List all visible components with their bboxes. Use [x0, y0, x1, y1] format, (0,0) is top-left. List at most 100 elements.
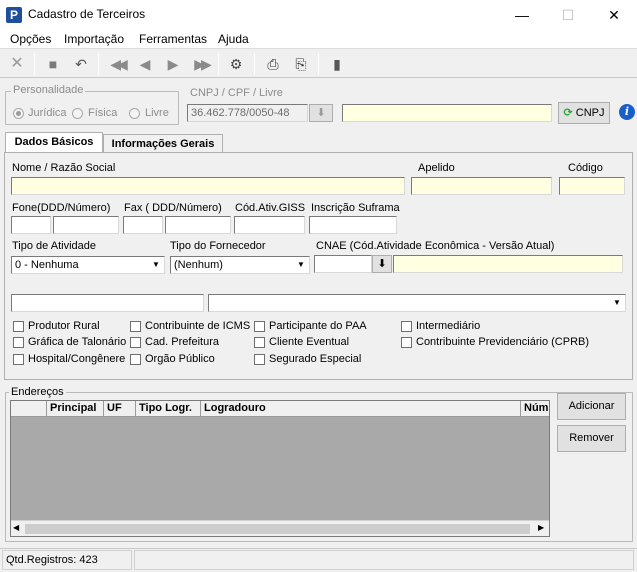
status-panel-right [134, 550, 634, 570]
prev-icon[interactable]: ◀ [134, 53, 156, 75]
menu-ajuda[interactable]: Ajuda [218, 30, 249, 48]
checkbox-grafica-talonario[interactable] [13, 337, 24, 348]
scroll-thumb[interactable] [25, 524, 530, 534]
apelido-input[interactable] [411, 177, 552, 195]
refresh-icon: ⟳ [563, 107, 573, 119]
radio-juridica-label: Jurídica [28, 107, 67, 119]
nome-input[interactable] [11, 177, 405, 195]
exit-door-icon[interactable]: ▮ [326, 53, 348, 75]
grid-col-principal[interactable]: Principal [47, 401, 104, 417]
checkbox-cad-prefeitura[interactable] [130, 337, 141, 348]
tab-dados-basicos[interactable]: Dados Básicos [5, 132, 103, 152]
toolbar-separator [34, 53, 35, 75]
menu-ferramentas[interactable]: Ferramentas [139, 30, 207, 48]
close-x-icon[interactable]: ✕ [6, 53, 28, 75]
fone-ddd-input[interactable] [11, 216, 51, 234]
toolbar: ✕ ■ ↶ ◀◀ ◀ ▶ ▶▶ ⚙ ⎙ ⎘ ▮ [0, 48, 637, 78]
tab-informacoes-gerais[interactable]: Informações Gerais [103, 134, 223, 153]
personalidade-title: Personalidade [11, 84, 86, 96]
chevron-down-icon[interactable]: ▼ [148, 257, 164, 273]
extra-field-left[interactable] [11, 294, 204, 312]
cod-ativ-input[interactable] [234, 216, 305, 234]
enderecos-grid[interactable]: Principal UF Tipo Logr. Logradouro Núm ◀… [10, 400, 550, 537]
fax-label: Fax ( DDD/Número) [124, 202, 222, 214]
tools-icon[interactable]: ⚙ [225, 53, 247, 75]
cnpj-input[interactable]: 36.462.778/0050-48 [187, 104, 308, 122]
inscricao-input[interactable] [309, 216, 397, 234]
tipo-atividade-select[interactable]: 0 - Nenhuma ▼ [11, 256, 165, 274]
grid-col-indicator [11, 401, 47, 417]
print-preview-icon[interactable]: ⎘ [290, 53, 312, 75]
participante-paa-label: Participante do PAA [269, 320, 367, 332]
cliente-eventual-label: Cliente Eventual [269, 336, 350, 348]
title-bar: P Cadastro de Terceiros — ☐ ✕ [0, 0, 637, 30]
last-icon[interactable]: ▶▶ [190, 53, 212, 75]
checkbox-cliente-eventual[interactable] [254, 337, 265, 348]
chevron-down-icon[interactable]: ▼ [293, 257, 309, 273]
tipo-fornecedor-label: Tipo do Fornecedor [170, 240, 266, 252]
menu-opcoes[interactable]: Opções [10, 30, 51, 48]
codigo-input[interactable] [559, 177, 625, 195]
tipo-atividade-label: Tipo de Atividade [12, 240, 96, 252]
cnae-lookup-button[interactable]: ⬇ [372, 255, 392, 273]
radio-livre[interactable] [129, 108, 140, 119]
first-icon[interactable]: ◀◀ [106, 53, 128, 75]
cnpj-button-label: CNPJ [575, 107, 605, 119]
menu-bar: Opções Importação Ferramentas Ajuda [0, 30, 637, 48]
cod-ativ-label: Cód.Ativ.GISS [235, 202, 306, 214]
remove-address-button[interactable]: Remover [557, 425, 626, 452]
fone-numero-input[interactable] [53, 216, 119, 234]
cnpj-lookup-button[interactable]: ⬇ [309, 104, 333, 122]
print-icon[interactable]: ⎙ [262, 53, 284, 75]
add-address-button[interactable]: Adicionar [557, 393, 626, 420]
checkbox-produtor-rural[interactable] [13, 321, 24, 332]
chevron-down-icon[interactable]: ▼ [609, 295, 625, 311]
checkbox-hospital[interactable] [13, 354, 24, 365]
cnae-label: CNAE (Cód.Atividade Econômica - Versão A… [316, 240, 555, 252]
grid-horizontal-scrollbar[interactable]: ◀ ▶ [11, 520, 549, 536]
checkbox-contribuinte-previdenciario[interactable] [401, 337, 412, 348]
radio-juridica[interactable] [13, 108, 24, 119]
checkbox-segurado-especial[interactable] [254, 354, 265, 365]
toolbar-separator [98, 53, 99, 75]
fax-numero-input[interactable] [165, 216, 231, 234]
scroll-right-icon[interactable]: ▶ [538, 523, 544, 532]
contribuinte-icms-label: Contribuinte de ICMS [145, 320, 251, 332]
cnpj-label: CNPJ / CPF / Livre [190, 87, 283, 99]
grid-col-num[interactable]: Núm [521, 401, 549, 417]
produtor-rural-label: Produtor Rural [28, 320, 100, 332]
cad-prefeitura-label: Cad. Prefeitura [145, 336, 219, 348]
toolbar-separator [318, 53, 319, 75]
tipo-fornecedor-value: (Nenhum) [174, 259, 223, 271]
checkbox-contribuinte-icms[interactable] [130, 321, 141, 332]
scroll-left-icon[interactable]: ◀ [13, 523, 19, 532]
next-icon[interactable]: ▶ [162, 53, 184, 75]
checkbox-intermediario[interactable] [401, 321, 412, 332]
grid-col-logradouro[interactable]: Logradouro [201, 401, 521, 417]
cnpj-name-field[interactable] [342, 104, 552, 122]
tipo-fornecedor-select[interactable]: (Nenhum) ▼ [170, 256, 310, 274]
info-icon[interactable]: i [619, 104, 635, 120]
radio-livre-label: Livre [145, 107, 169, 119]
toolbar-separator [218, 53, 219, 75]
grid-col-tipo-logr[interactable]: Tipo Logr. [136, 401, 201, 417]
extra-select-right[interactable]: ▼ [208, 294, 626, 312]
cnae-description-field[interactable] [393, 255, 623, 273]
close-button[interactable]: ✕ [591, 0, 637, 30]
contribuinte-previdenciario-label: Contribuinte Previdenciário (CPRB) [416, 336, 590, 348]
undo-icon[interactable]: ↶ [70, 53, 92, 75]
grid-col-uf[interactable]: UF [104, 401, 136, 417]
cnae-code-input[interactable] [314, 255, 372, 273]
checkbox-participante-paa[interactable] [254, 321, 265, 332]
minimize-button[interactable]: — [499, 0, 545, 30]
segurado-especial-label: Segurado Especial [269, 353, 362, 365]
stop-icon[interactable]: ■ [42, 53, 64, 75]
menu-importacao[interactable]: Importação [64, 30, 124, 48]
cnpj-button[interactable]: ⟳ CNPJ [558, 102, 610, 124]
maximize-button[interactable]: ☐ [545, 0, 591, 30]
checkbox-orgao-publico[interactable] [130, 354, 141, 365]
fax-ddd-input[interactable] [123, 216, 163, 234]
radio-fisica-label: Física [88, 107, 118, 119]
window-title: Cadastro de Terceiros [28, 7, 146, 21]
radio-fisica[interactable] [72, 108, 83, 119]
